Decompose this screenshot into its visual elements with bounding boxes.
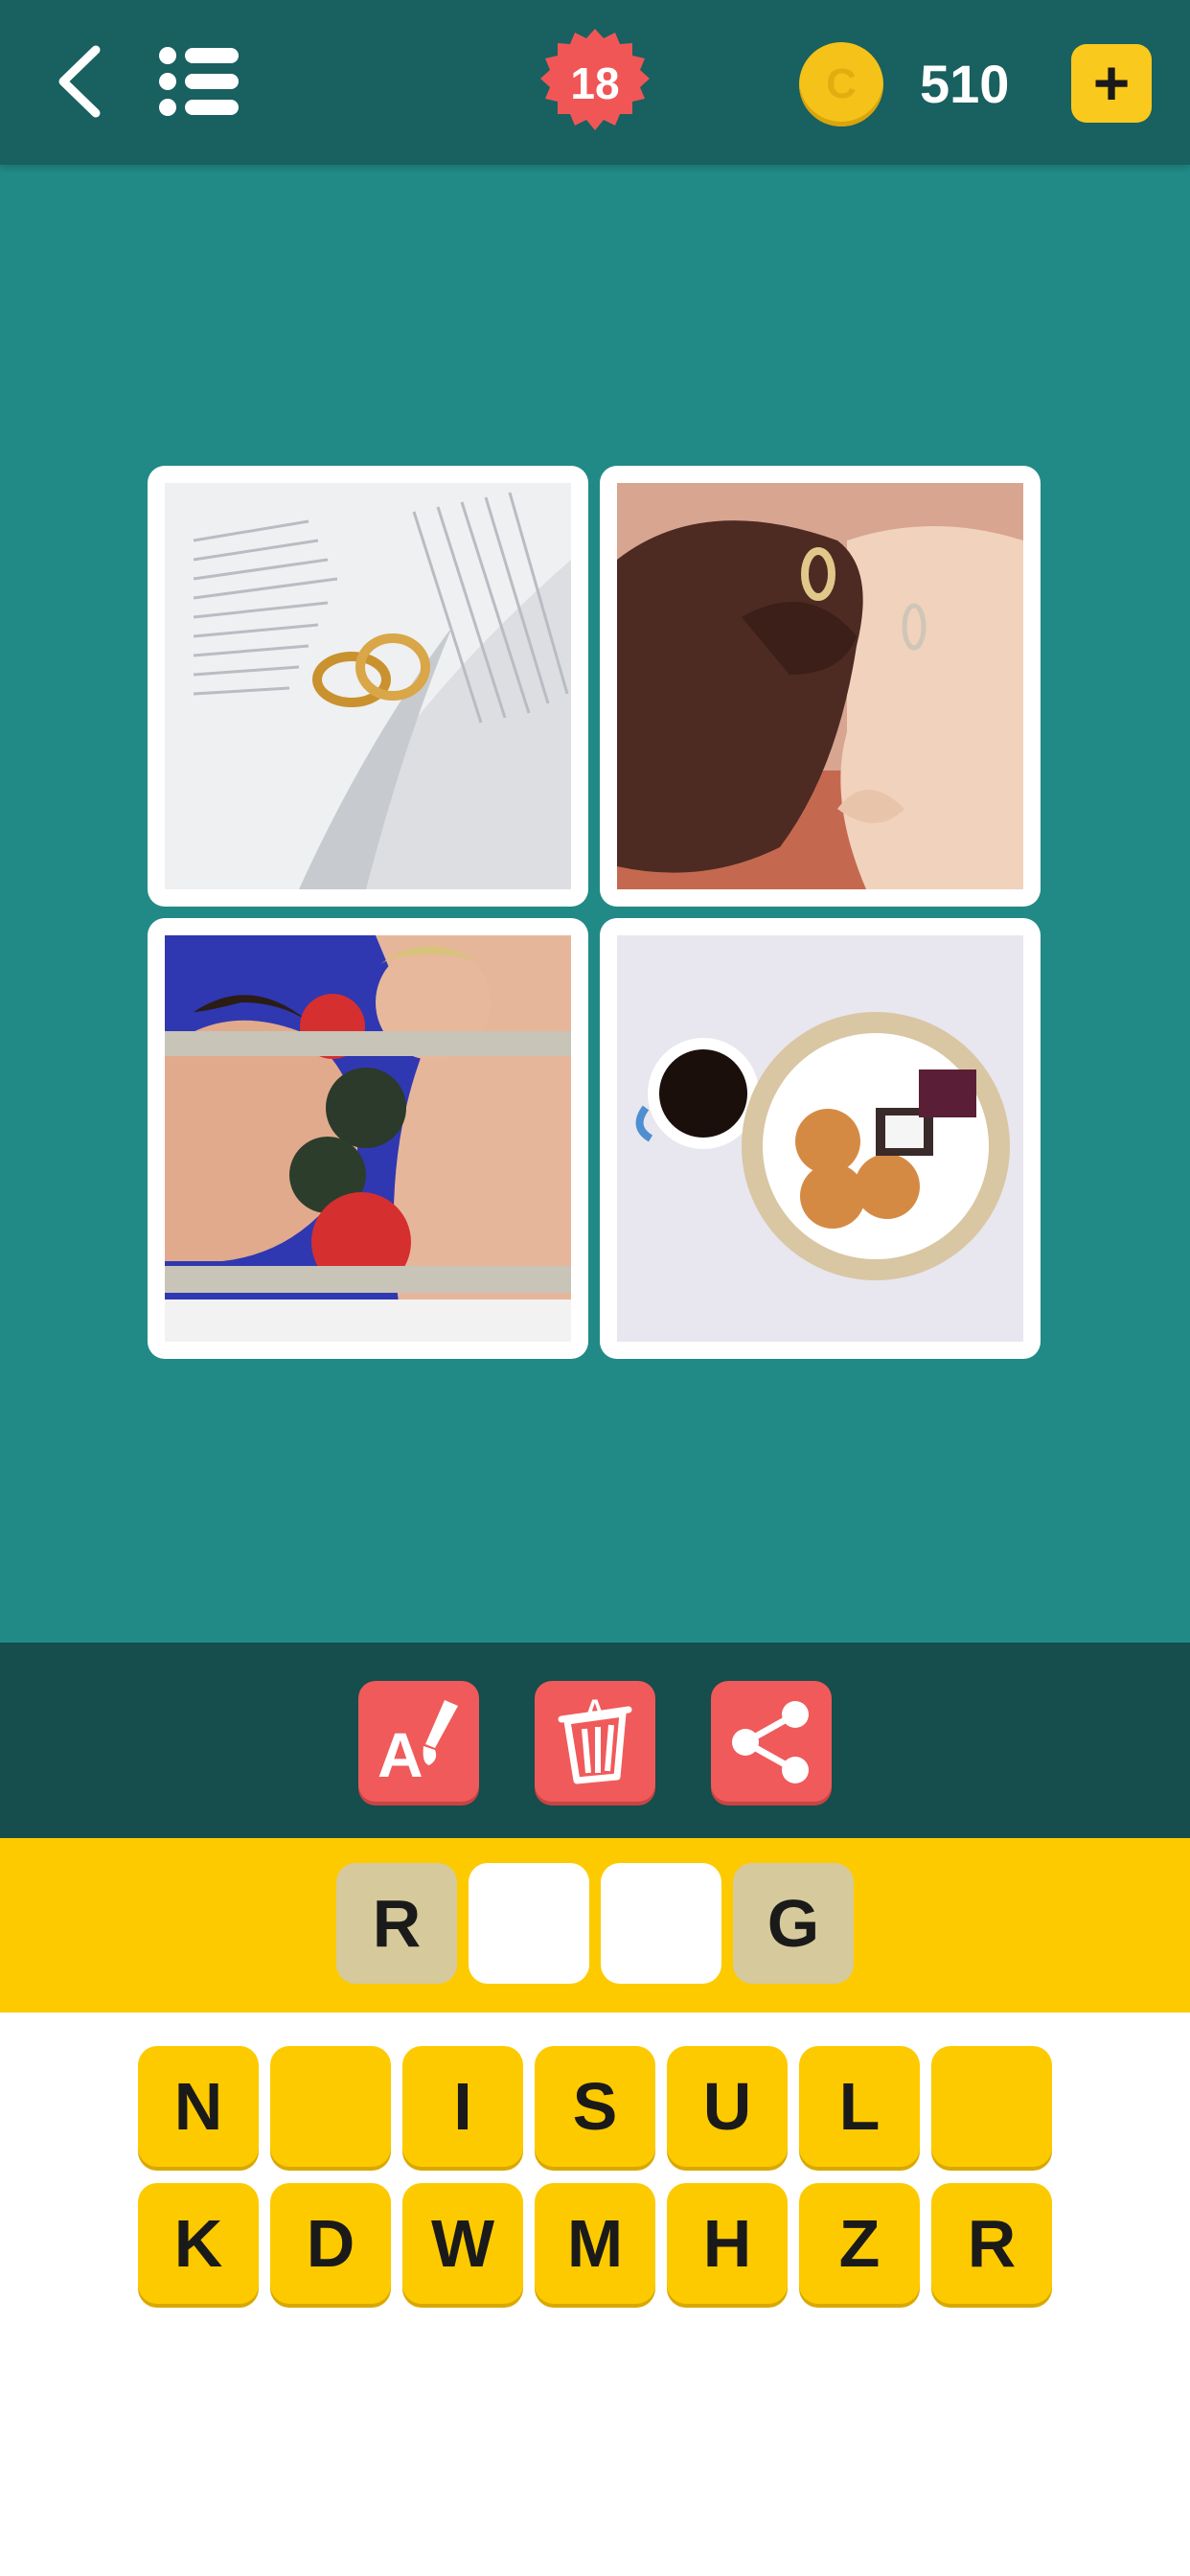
level-list-button[interactable] xyxy=(158,44,240,119)
share-button[interactable] xyxy=(711,1681,832,1802)
letter-tile[interactable] xyxy=(931,2046,1052,2167)
picture-tile-2[interactable] xyxy=(600,466,1041,907)
reveal-letter-button[interactable]: A xyxy=(358,1681,479,1802)
answer-slot[interactable] xyxy=(601,1863,721,1984)
level-number: 18 xyxy=(570,58,620,108)
coin-symbol: C xyxy=(826,60,857,107)
letter-tile[interactable]: U xyxy=(667,2046,788,2167)
list-icon xyxy=(159,47,239,116)
share-icon xyxy=(732,1701,809,1783)
picture-ring-box-with-coffee xyxy=(617,935,1023,1342)
plus-icon: + xyxy=(1092,47,1131,118)
letter-tile[interactable]: D xyxy=(270,2183,391,2304)
trash-bin-icon: A xyxy=(558,1694,632,1784)
answer-slot[interactable]: G xyxy=(733,1863,854,1984)
letter-tile[interactable]: Z xyxy=(799,2183,920,2304)
level-badge: 18 xyxy=(538,27,652,140)
svg-text:A: A xyxy=(378,1719,423,1790)
letter-tile[interactable] xyxy=(270,2046,391,2167)
answer-slot[interactable] xyxy=(469,1863,589,1984)
letter-tile[interactable]: H xyxy=(667,2183,788,2304)
add-coins-button[interactable]: + xyxy=(1071,44,1152,123)
letter-tile[interactable]: I xyxy=(402,2046,523,2167)
letter-tile[interactable]: N xyxy=(138,2046,259,2167)
picture-boxing-match xyxy=(165,935,571,1342)
remove-letters-button[interactable]: A xyxy=(535,1681,655,1802)
letter-tile[interactable]: R xyxy=(931,2183,1052,2304)
answer-bar: R G xyxy=(0,1838,1190,2012)
coin-icon: C xyxy=(799,42,883,126)
chevron-left-icon xyxy=(58,45,101,118)
picture-tile-1[interactable] xyxy=(148,466,588,907)
letter-tile[interactable]: K xyxy=(138,2183,259,2304)
letter-brush-icon: A xyxy=(378,1700,458,1790)
letter-tile[interactable]: S xyxy=(535,2046,655,2167)
letter-tile[interactable]: L xyxy=(799,2046,920,2167)
letter-tile[interactable]: W xyxy=(402,2183,523,2304)
answer-slot[interactable]: R xyxy=(336,1863,457,1984)
hint-toolbar: A A xyxy=(0,1643,1190,1838)
picture-hands-with-rings xyxy=(617,483,1023,889)
coin-count: 510 xyxy=(920,54,1010,114)
letter-tile[interactable]: M xyxy=(535,2183,655,2304)
back-button[interactable] xyxy=(50,38,117,125)
picture-tile-3[interactable] xyxy=(148,918,588,1359)
picture-tile-4[interactable] xyxy=(600,918,1041,1359)
top-bar: 18 C 510 + xyxy=(0,0,1190,165)
picture-rings-on-book xyxy=(165,483,571,889)
